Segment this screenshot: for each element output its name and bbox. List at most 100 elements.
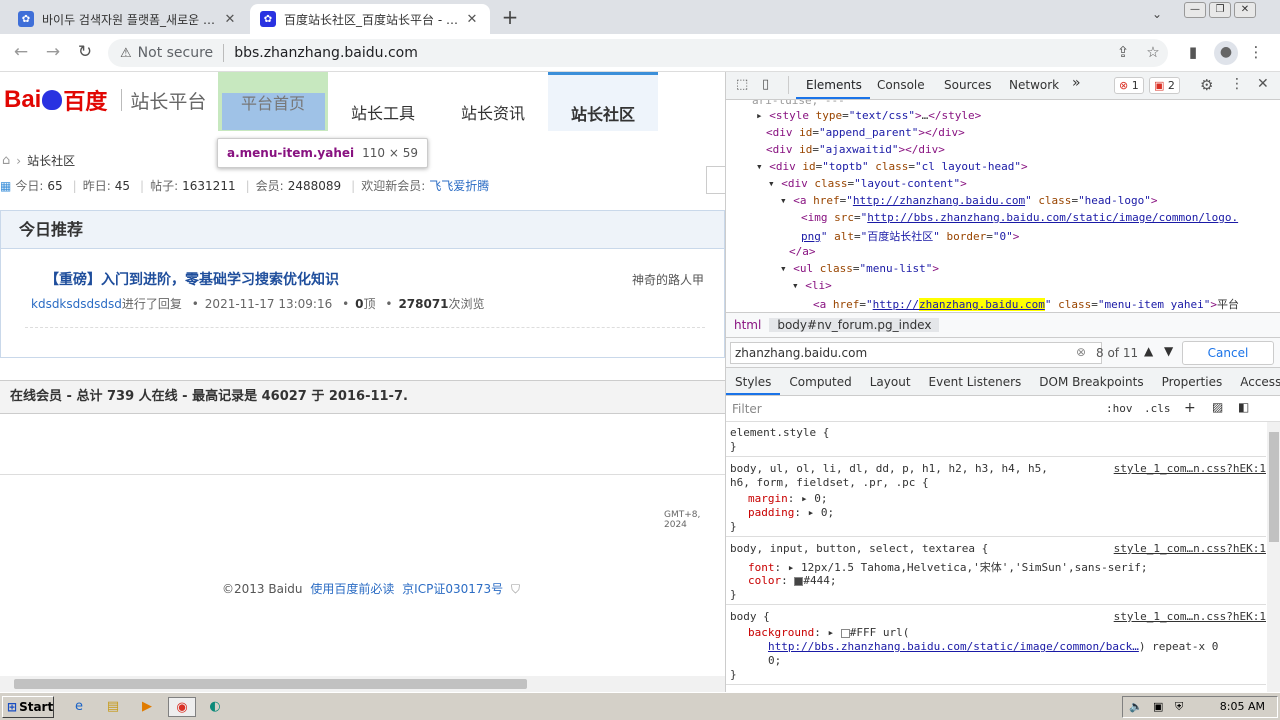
minimize-icon[interactable]: — <box>1184 2 1206 18</box>
stylesheet-link[interactable]: style_1_com…n.css?hEK:1 <box>1114 542 1266 555</box>
tab-title: 바이두 검색자원 플랫폼_새로운 검색 <box>42 12 222 27</box>
chart-icon: ▦ <box>0 178 12 193</box>
tab-baidu-search[interactable]: ✿ 바이두 검색자원 플랫폼_새로운 검색 ✕ <box>8 4 248 34</box>
dom-breadcrumb: html body#nv_forum.pg_index <box>726 312 1280 338</box>
start-button[interactable]: ⊞ Start <box>2 696 54 718</box>
tab-elements[interactable]: Elements <box>806 78 862 92</box>
tab-zhanzhang[interactable]: ✿ 百度站长社区_百度站长平台 - Powe ✕ <box>250 4 490 34</box>
menu-icon[interactable]: ⋮ <box>1246 43 1266 61</box>
styles-tabbar: Styles Computed Layout Event Listeners D… <box>726 368 1280 396</box>
sidepanel-icon[interactable]: ▮ <box>1183 43 1203 61</box>
clear-icon[interactable]: ⊗ <box>1076 345 1086 359</box>
stylesheet-link[interactable]: style_1_com…n.css?hEK:1 <box>1114 610 1266 623</box>
tab-properties[interactable]: Properties <box>1153 375 1232 389</box>
find-input[interactable]: zhanzhang.baidu.com <box>730 342 1102 364</box>
ie-icon[interactable]: e <box>68 697 90 717</box>
filter-input[interactable]: Filter <box>732 402 762 416</box>
paint-icon[interactable]: ▨ <box>1212 400 1223 414</box>
windows-icon: ⊞ <box>7 700 18 714</box>
volume-icon[interactable]: 🔈 <box>1129 697 1143 717</box>
profile-icon[interactable]: ● <box>1214 41 1238 65</box>
devtools-tabbar: ⬚ ▯ Elements Console Sources Network » ⊗… <box>726 72 1280 100</box>
device-icon[interactable]: ▯ <box>762 77 769 92</box>
footer: ©2013 Baidu 使用百度前必读 京ICP证030173号 ⛉ <box>222 582 520 596</box>
styles-pane[interactable]: element.style { } body, ul, ol, li, dl, … <box>726 422 1266 692</box>
error-badge[interactable]: ⊗ 1 <box>1114 77 1144 94</box>
more-tabs-icon[interactable]: » <box>1072 75 1081 91</box>
sidebar-toggle-icon[interactable]: ◧ <box>1238 400 1249 414</box>
media-icon[interactable]: ▶ <box>136 697 158 717</box>
section-title: 今日推荐 <box>1 211 724 249</box>
close-icon[interactable]: ✕ <box>222 12 238 27</box>
tab-network[interactable]: Network <box>1009 78 1059 92</box>
restore-icon[interactable]: ❐ <box>1209 2 1231 18</box>
add-rule-icon[interactable]: + <box>1184 400 1196 416</box>
devtools-panel: ⬚ ▯ Elements Console Sources Network » ⊗… <box>725 72 1280 692</box>
replier-link[interactable]: kdsdksdsdsdsd <box>31 297 122 311</box>
close-window-icon[interactable]: ✕ <box>1234 2 1256 18</box>
close-icon[interactable]: ✕ <box>464 12 480 27</box>
menu-item-news[interactable]: 站长资讯 <box>438 92 548 132</box>
close-icon[interactable]: ✕ <box>1257 76 1269 92</box>
share-icon[interactable]: ⇪ <box>1113 43 1133 61</box>
address-bar[interactable]: ⚠ Not secure bbs.zhanzhang.baidu.com <box>108 39 1168 67</box>
back-icon[interactable]: ← <box>10 42 32 64</box>
menu-item-tools[interactable]: 站长工具 <box>328 92 438 132</box>
gear-icon[interactable]: ⚙ <box>1200 76 1213 94</box>
divider <box>121 89 123 111</box>
gmt-text: GMT+8, 2024 <box>664 510 701 530</box>
menu-item-community[interactable]: 站长社区 <box>548 72 658 131</box>
horizontal-scrollbar[interactable] <box>0 676 725 692</box>
security-icon[interactable]: ⛨ <box>1175 697 1183 717</box>
chrome-icon[interactable]: ◉ <box>168 697 196 717</box>
icp-link[interactable]: 京ICP证030173号 <box>402 582 503 596</box>
thread-author[interactable]: 神奇的路人甲 <box>632 271 704 288</box>
dom-tree[interactable]: ari-tuise, --- ▸ <style type="text/css">… <box>726 100 1280 312</box>
tab-accessibility[interactable]: Accessibility <box>1231 375 1280 389</box>
folder-icon[interactable]: ▤ <box>102 697 124 717</box>
search-box[interactable] <box>706 166 725 194</box>
thread-title-link[interactable]: 【重磅】入门到进阶，零基础学习搜索优化知识 <box>45 269 339 289</box>
issue-badge[interactable]: ▣ 2 <box>1149 77 1180 94</box>
cls-toggle[interactable]: .cls <box>1144 402 1171 415</box>
tab-console[interactable]: Console <box>877 78 925 92</box>
forward-icon[interactable]: → <box>42 42 64 64</box>
crumb-html[interactable]: html <box>726 318 769 332</box>
paw-icon: ✿ <box>260 11 276 27</box>
new-member-link[interactable]: 飞飞爱折腾 <box>429 177 489 194</box>
hov-toggle[interactable]: :hov <box>1106 402 1133 415</box>
new-tab-icon[interactable]: + <box>498 6 522 30</box>
breadcrumb-current[interactable]: 站长社区 <box>27 152 75 169</box>
tab-sources[interactable]: Sources <box>944 78 991 92</box>
tab-strip: ✿ 바이두 검색자원 플랫폼_새로운 검색 ✕ ✿ 百度站长社区_百度站长平台 … <box>0 0 1280 34</box>
url-text[interactable]: bbs.zhanzhang.baidu.com <box>234 45 418 61</box>
crumb-body[interactable]: body#nv_forum.pg_index <box>769 318 940 332</box>
terms-link[interactable]: 使用百度前必读 <box>310 582 394 596</box>
divider <box>223 44 225 62</box>
menu-item-home[interactable]: 平台首页 <box>218 72 328 131</box>
stylesheet-link[interactable]: style_1_com…n.css?hEK:1 <box>1114 462 1266 475</box>
vertical-scrollbar[interactable] <box>1267 422 1280 692</box>
inspect-icon[interactable]: ⬚ <box>736 77 748 92</box>
tab-computed[interactable]: Computed <box>780 375 860 389</box>
prev-match-icon[interactable]: ▲ <box>1144 344 1153 358</box>
warning-icon[interactable]: ⚠ <box>120 46 132 61</box>
tab-styles[interactable]: Styles <box>726 369 781 395</box>
edge-icon[interactable]: ◐ <box>204 697 226 717</box>
online-members: 在线会员 - 总计 739 人在线 - 最高记录是 46027 于 2016-1… <box>0 380 725 414</box>
tab-dom-breakpoints[interactable]: DOM Breakpoints <box>1030 375 1152 389</box>
kebab-menu-icon[interactable]: ⋮ <box>1230 76 1244 92</box>
find-count: 8 of 11 <box>1096 346 1139 360</box>
cancel-button[interactable]: Cancel <box>1182 341 1274 365</box>
reload-icon[interactable]: ↻ <box>74 42 96 64</box>
network-icon[interactable]: ▣ <box>1153 697 1163 717</box>
tab-layout[interactable]: Layout <box>861 375 920 389</box>
tab-event-listeners[interactable]: Event Listeners <box>920 375 1031 389</box>
home-icon[interactable]: ⌂ <box>2 153 10 168</box>
chevron-down-icon[interactable]: ⌄ <box>1152 7 1162 21</box>
baidu-logo[interactable]: Bai 百度 站长平台 <box>4 84 206 116</box>
find-bar: zhanzhang.baidu.com ⊗ 8 of 11 ▲ ▼ Cancel <box>726 338 1280 368</box>
element-tooltip: a.menu-item.yahei 110 × 59 <box>217 138 428 168</box>
next-match-icon[interactable]: ▼ <box>1164 344 1173 358</box>
star-icon[interactable]: ☆ <box>1143 43 1163 61</box>
